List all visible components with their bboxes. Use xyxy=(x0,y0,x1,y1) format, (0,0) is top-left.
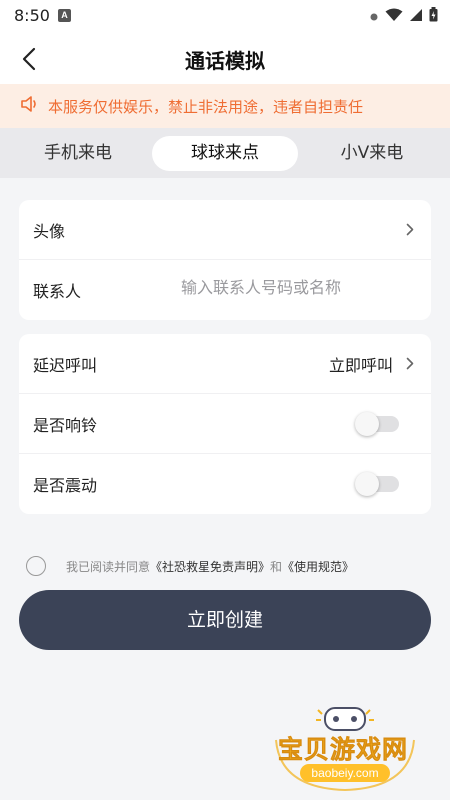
ring-toggle[interactable] xyxy=(355,411,399,436)
tab-phone-call[interactable]: 手机来电 xyxy=(8,136,148,171)
agreement-conjunction: 和 xyxy=(270,559,283,574)
contact-row: 联系人 xyxy=(19,260,431,320)
delay-call-label: 延迟呼叫 xyxy=(33,355,98,375)
tab-bar: 手机来电 球球来点 小V来电 xyxy=(0,128,450,178)
agreement-text: 我已阅读并同意《社恐救星免责声明》和《使用规范》 xyxy=(66,558,354,575)
notice-banner: 本服务仅供娱乐，禁止非法用途，违者自担责任 xyxy=(0,84,450,128)
status-icons xyxy=(369,7,438,26)
watermark-text: 宝贝游戏网 xyxy=(278,735,409,765)
create-button[interactable]: 立即创建 xyxy=(19,590,431,650)
vibrate-row: 是否震动 xyxy=(19,454,431,514)
contact-input[interactable] xyxy=(181,278,411,297)
agreement-prefix: 我已阅读并同意 xyxy=(66,559,151,574)
delay-call-row[interactable]: 延迟呼叫 立即呼叫 xyxy=(19,334,431,394)
usage-rules-link[interactable]: 《使用规范》 xyxy=(282,560,354,574)
tab-xiaov-call[interactable]: 小V来电 xyxy=(302,136,442,171)
avatar-label: 头像 xyxy=(33,221,66,241)
vibrate-label: 是否震动 xyxy=(33,476,98,495)
ring-row: 是否响铃 xyxy=(19,394,431,454)
tab-qiuqiu-call[interactable]: 球球来点 xyxy=(152,136,298,171)
ring-label: 是否响铃 xyxy=(33,415,98,435)
watermark-logo: 宝贝游戏网 baobeiy.com xyxy=(270,700,420,792)
notice-text: 本服务仅供娱乐，禁止非法用途，违者自担责任 xyxy=(48,97,364,116)
speaker-icon xyxy=(20,95,40,117)
toggle-knob xyxy=(355,472,379,496)
disclaimer-link[interactable]: 《社恐救星免责声明》 xyxy=(150,560,270,574)
settings-dot-icon xyxy=(369,7,379,26)
page-title: 通话模拟 xyxy=(185,49,265,73)
agreement-checkbox[interactable] xyxy=(26,556,46,576)
vibrate-toggle[interactable] xyxy=(355,472,399,496)
chevron-right-icon xyxy=(403,357,417,371)
watermark-url: baobeiy.com xyxy=(300,764,390,782)
toggle-knob xyxy=(355,411,379,436)
status-time: 8:50 xyxy=(14,6,50,25)
wifi-icon xyxy=(385,7,403,26)
avatar-row[interactable]: 头像 xyxy=(19,200,431,260)
signal-icon xyxy=(409,7,423,26)
nav-bar: 通话模拟 xyxy=(0,32,450,84)
call-settings-card: 延迟呼叫 立即呼叫 是否响铃 是否震动 xyxy=(19,334,431,514)
agreement-row: 我已阅读并同意《社恐救星免责声明》和《使用规范》 xyxy=(26,556,354,576)
battery-icon xyxy=(429,7,438,26)
chevron-right-icon xyxy=(403,223,417,237)
delay-call-value: 立即呼叫 xyxy=(328,355,393,375)
status-indicator-icon: A xyxy=(58,9,71,22)
status-bar: 8:50 A xyxy=(0,0,450,32)
contact-card: 头像 联系人 xyxy=(19,200,431,320)
